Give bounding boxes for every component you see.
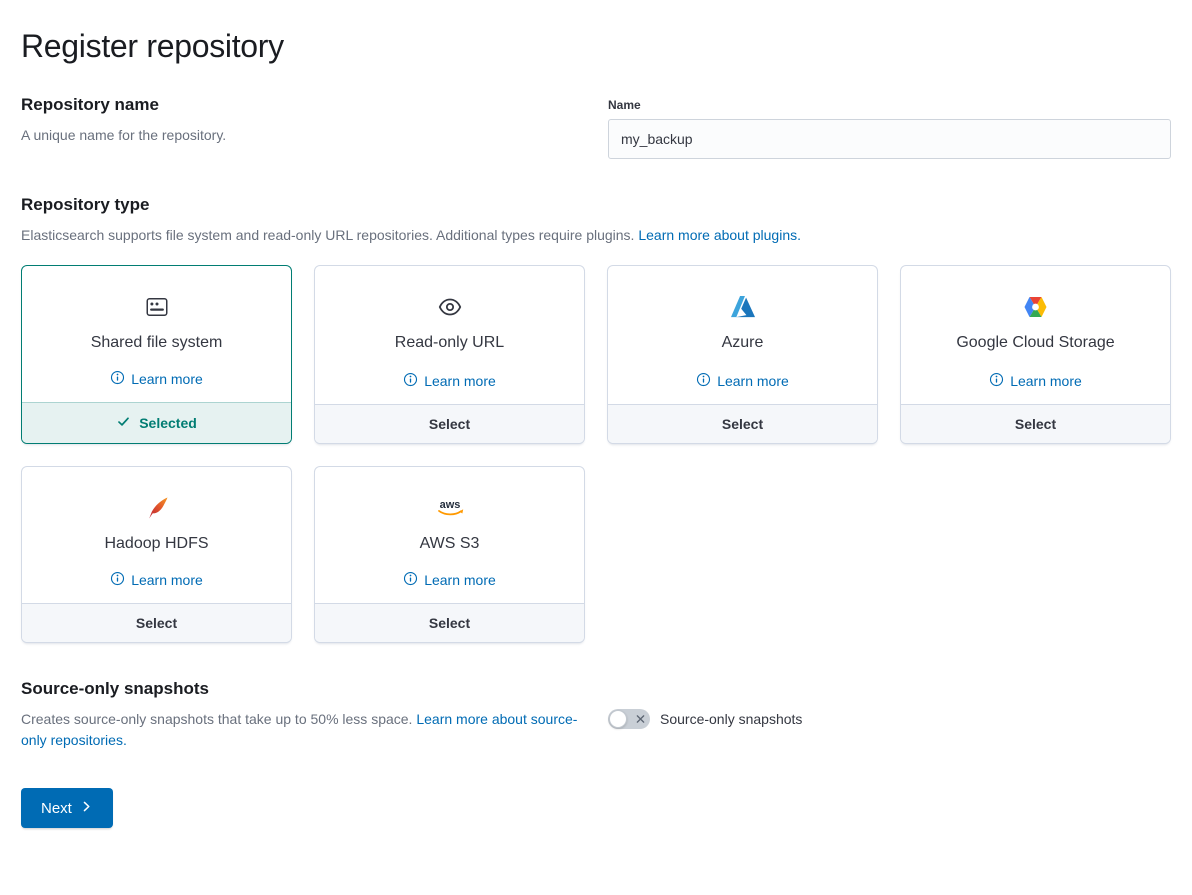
source-only-description: Creates source-only snapshots that take … — [21, 711, 412, 727]
repo-card-aws-s3[interactable]: aws AWS S3 Learn more Select — [314, 466, 585, 643]
repository-name-section: Repository name A unique name for the re… — [21, 95, 1171, 159]
learn-more-label: Learn more — [424, 373, 496, 389]
next-button[interactable]: Next — [21, 788, 113, 828]
repository-type-section: Repository type Elasticsearch supports f… — [21, 195, 1171, 643]
repository-name-description: A unique name for the repository. — [21, 125, 584, 147]
card-title: AWS S3 — [420, 535, 480, 553]
source-only-info: Source-only snapshots Creates source-onl… — [21, 679, 584, 752]
source-only-control: Source-only snapshots — [608, 679, 1171, 752]
card-footer-select[interactable]: Select — [315, 603, 584, 642]
repository-name-info: Repository name A unique name for the re… — [21, 95, 584, 159]
card-action-label: Select — [722, 416, 763, 432]
learn-more-label: Learn more — [131, 371, 203, 387]
card-body: Hadoop HDFS Learn more — [22, 467, 291, 603]
register-repository-page: Register repository Repository name A un… — [0, 0, 1192, 868]
chevron-right-icon — [80, 800, 93, 817]
repository-name-field-group: Name — [608, 95, 1171, 159]
page-title: Register repository — [21, 28, 1171, 65]
learn-more-label: Learn more — [131, 572, 203, 588]
repo-card-shared-file-system[interactable]: Shared file system Learn more Selected — [21, 265, 292, 444]
card-body: Read-only URL Learn more — [315, 266, 584, 404]
learn-more-label: Learn more — [424, 572, 496, 588]
repository-type-cards: Shared file system Learn more Selected — [21, 265, 1171, 643]
card-body: Google Cloud Storage Learn more — [901, 266, 1170, 404]
card-action-label: Select — [429, 416, 470, 432]
card-footer-selected[interactable]: Selected — [22, 402, 291, 443]
repo-card-read-only-url[interactable]: Read-only URL Learn more Select — [314, 265, 585, 444]
toggle-x-icon — [636, 714, 645, 723]
source-only-heading: Source-only snapshots — [21, 679, 584, 699]
info-icon — [110, 571, 125, 589]
info-icon — [989, 372, 1004, 390]
source-only-toggle-row: Source-only snapshots — [608, 679, 1171, 729]
card-title: Google Cloud Storage — [956, 334, 1114, 352]
info-icon — [403, 571, 418, 589]
google-cloud-storage-logo-icon — [1023, 292, 1048, 322]
card-body: Shared file system Learn more — [22, 266, 291, 402]
repository-type-description-row: Elasticsearch supports file system and r… — [21, 225, 1171, 247]
repository-type-description: Elasticsearch supports file system and r… — [21, 227, 634, 243]
name-field-label: Name — [608, 98, 1171, 112]
learn-more-link[interactable]: Learn more — [110, 352, 203, 388]
storage-icon — [145, 292, 169, 322]
card-title: Shared file system — [91, 334, 223, 352]
card-footer-select[interactable]: Select — [22, 603, 291, 642]
card-footer-select[interactable]: Select — [901, 404, 1170, 443]
repo-card-hadoop-hdfs[interactable]: Hadoop HDFS Learn more Select — [21, 466, 292, 643]
learn-more-link[interactable]: Learn more — [696, 354, 789, 390]
learn-more-link[interactable]: Learn more — [110, 553, 203, 589]
next-button-label: Next — [41, 800, 72, 817]
learn-more-link[interactable]: Learn more — [403, 354, 496, 390]
card-footer-select[interactable]: Select — [315, 404, 584, 443]
info-icon — [403, 372, 418, 390]
learn-more-label: Learn more — [1010, 373, 1082, 389]
card-action-label: Selected — [139, 415, 197, 431]
source-only-toggle-label[interactable]: Source-only snapshots — [660, 711, 802, 727]
repository-type-heading: Repository type — [21, 195, 1171, 215]
aws-logo-icon: aws — [433, 493, 467, 523]
repository-name-heading: Repository name — [21, 95, 584, 115]
card-title: Read-only URL — [395, 334, 504, 352]
hadoop-feather-icon — [144, 493, 170, 523]
learn-more-plugins-link[interactable]: Learn more about plugins. — [638, 227, 801, 243]
learn-more-link[interactable]: Learn more — [403, 553, 496, 589]
azure-logo-icon — [730, 292, 756, 322]
learn-more-label: Learn more — [717, 373, 789, 389]
card-footer-select[interactable]: Select — [608, 404, 877, 443]
card-title: Azure — [722, 334, 764, 352]
card-title: Hadoop HDFS — [104, 535, 208, 553]
repository-name-input[interactable] — [608, 119, 1171, 159]
toggle-thumb — [609, 710, 627, 728]
info-icon — [696, 372, 711, 390]
source-only-description-row: Creates source-only snapshots that take … — [21, 709, 584, 752]
eye-icon — [438, 292, 462, 322]
card-action-label: Select — [429, 615, 470, 631]
card-body: aws AWS S3 Learn more — [315, 467, 584, 603]
source-only-toggle[interactable] — [608, 709, 650, 729]
card-body: Azure Learn more — [608, 266, 877, 404]
repo-card-google-cloud-storage[interactable]: Google Cloud Storage Learn more Select — [900, 265, 1171, 444]
repo-card-azure[interactable]: Azure Learn more Select — [607, 265, 878, 444]
svg-text:aws: aws — [439, 499, 460, 511]
check-icon — [116, 414, 131, 432]
info-icon — [110, 370, 125, 388]
card-action-label: Select — [136, 615, 177, 631]
source-only-section: Source-only snapshots Creates source-onl… — [21, 679, 1171, 752]
learn-more-link[interactable]: Learn more — [989, 354, 1082, 390]
card-action-label: Select — [1015, 416, 1056, 432]
